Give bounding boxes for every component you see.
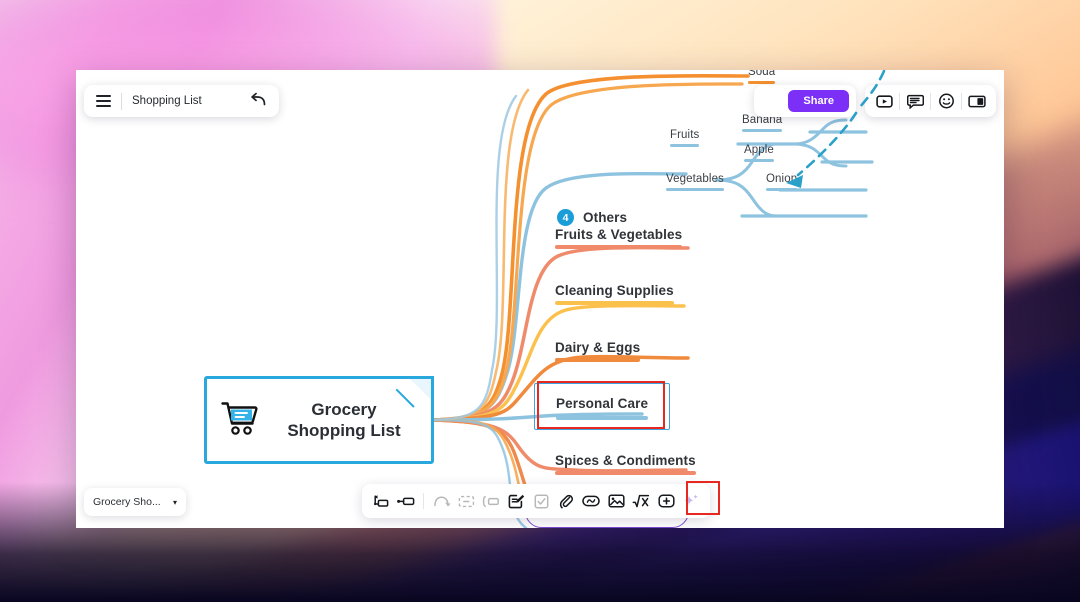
- branch-underline-spices-condiments: [555, 471, 696, 475]
- branch-node-personal-care[interactable]: Personal Care: [534, 383, 671, 430]
- toolbar-divider: [121, 92, 122, 110]
- share-toolbar: Share: [754, 85, 856, 117]
- branch-label-others: Others: [583, 210, 628, 225]
- hyperlink-icon[interactable]: [579, 488, 603, 514]
- edit-toolbar: [362, 484, 710, 518]
- sheet-selector-dropdown[interactable]: Grocery Sho... ▾: [84, 488, 186, 516]
- boundary-icon[interactable]: [479, 488, 503, 514]
- split-panel-icon[interactable]: [962, 87, 992, 115]
- root-node-grocery-shopping-list[interactable]: Grocery Shopping List: [204, 376, 434, 464]
- sub-underline-banana: [742, 129, 783, 132]
- sub-underline-soda: [748, 81, 776, 84]
- undo-arrow-icon[interactable]: [250, 92, 267, 110]
- root-node-title: Grocery Shopping List: [287, 399, 401, 440]
- subtopic-icon[interactable]: [394, 488, 418, 514]
- branch-underline-dairy-eggs: [555, 358, 641, 362]
- document-title[interactable]: Shopping List: [132, 95, 240, 107]
- mindmap-canvas[interactable]: Grocery Shopping List 4 Others Fruits & …: [76, 70, 1004, 528]
- branch-label-cleaning-supplies: Cleaning Supplies: [555, 283, 674, 298]
- ai-sparkle-icon[interactable]: [679, 488, 703, 514]
- relationship-icon[interactable]: [429, 488, 453, 514]
- attachment-clip-icon[interactable]: [554, 488, 578, 514]
- branch-underline-fruits-vegetables: [555, 245, 683, 249]
- shopping-cart-icon: [221, 400, 261, 441]
- document-toolbar: Shopping List: [84, 85, 279, 117]
- sub-label-apple: Apple: [744, 144, 774, 156]
- sub-label-onion: Onion: [766, 173, 798, 185]
- sub-label-vegetables: Vegetables: [666, 173, 724, 185]
- sibling-topic-icon[interactable]: [369, 488, 393, 514]
- share-button[interactable]: Share: [788, 90, 849, 112]
- sub-underline-onion: [766, 188, 798, 191]
- chevron-down-icon: ▾: [172, 497, 177, 507]
- app-window: Grocery Shopping List 4 Others Fruits & …: [76, 70, 1004, 528]
- branch-node-spices-condiments[interactable]: Spices & Condiments: [555, 453, 696, 475]
- sub-node-soda[interactable]: Soda: [748, 70, 776, 84]
- hamburger-menu-icon[interactable]: [96, 95, 111, 107]
- sub-node-vegetables[interactable]: Vegetables: [666, 173, 724, 191]
- branch-label-spices-condiments: Spices & Condiments: [555, 453, 696, 468]
- branch-label-fruits-vegetables: Fruits & Vegetables: [555, 227, 683, 242]
- node-fold-corner: [410, 376, 434, 400]
- checkbox-task-icon[interactable]: [529, 488, 553, 514]
- sub-underline-vegetables: [666, 188, 724, 191]
- sub-label-soda: Soda: [748, 70, 776, 78]
- equation-icon[interactable]: [629, 488, 653, 514]
- branch-node-fruits-vegetables[interactable]: Fruits & Vegetables: [555, 227, 683, 249]
- selection-outline: [534, 383, 671, 430]
- add-circle-icon[interactable]: [654, 488, 678, 514]
- emoji-smiley-icon[interactable]: [931, 87, 961, 115]
- branch-node-others[interactable]: 4 Others: [557, 209, 627, 226]
- sub-label-fruits: Fruits: [670, 129, 700, 141]
- branch-underline-cleaning-supplies: [555, 301, 674, 305]
- image-insert-icon[interactable]: [604, 488, 628, 514]
- others-count-badge: 4: [557, 209, 574, 226]
- branch-label-dairy-eggs: Dairy & Eggs: [555, 340, 641, 355]
- branch-node-cleaning-supplies[interactable]: Cleaning Supplies: [555, 283, 674, 305]
- sub-node-onion[interactable]: Onion: [766, 173, 798, 191]
- comment-icon[interactable]: [900, 87, 930, 115]
- branch-node-dairy-eggs[interactable]: Dairy & Eggs: [555, 340, 641, 362]
- toolbar-divider: [423, 493, 424, 509]
- sub-underline-apple: [744, 159, 774, 162]
- sheet-selector-label: Grocery Sho...: [93, 496, 161, 508]
- sub-node-apple[interactable]: Apple: [744, 144, 774, 162]
- view-toolbar: [865, 85, 996, 117]
- sub-underline-fruits: [670, 144, 700, 147]
- video-play-icon[interactable]: [869, 87, 899, 115]
- sub-node-fruits[interactable]: Fruits: [670, 129, 700, 147]
- notes-edit-icon[interactable]: [504, 488, 528, 514]
- summary-icon[interactable]: [454, 488, 478, 514]
